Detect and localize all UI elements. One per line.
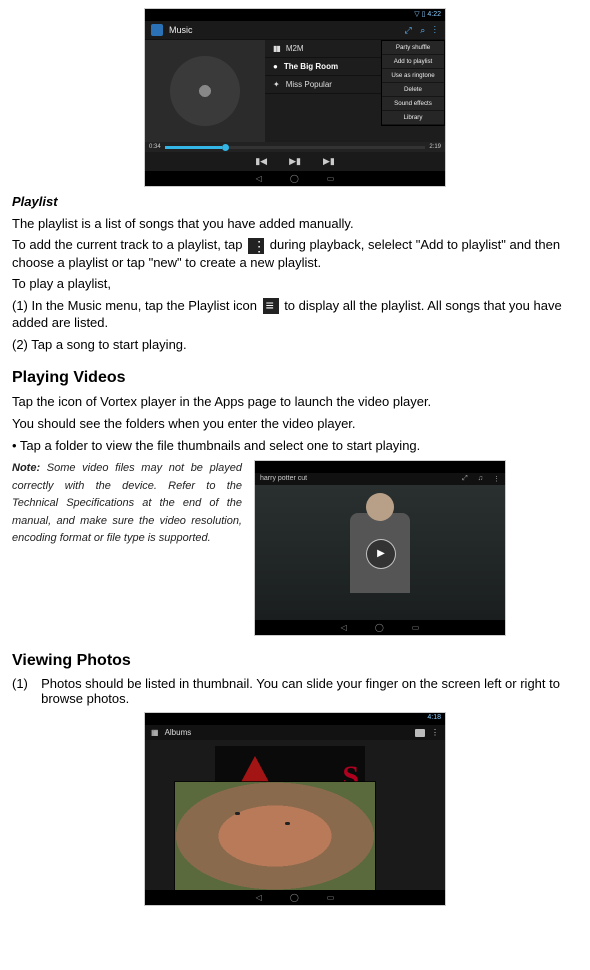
playlist-play-lead: To play a playlist, bbox=[12, 275, 578, 293]
playlist-step1: (1) In the Music menu, tap the Playlist … bbox=[12, 297, 578, 332]
menu-item: Sound effects bbox=[382, 97, 444, 111]
track-name: Miss Popular bbox=[286, 80, 332, 89]
playback-controls: ▮◀ ▶▮ ▶▮ bbox=[145, 152, 445, 171]
music-icon bbox=[151, 24, 163, 36]
thumb-detail bbox=[285, 822, 290, 825]
title-action-icons: ⤢ ⌕ ⋮ bbox=[405, 25, 440, 36]
home-icon: ◯ bbox=[290, 174, 299, 183]
video-frame bbox=[255, 485, 505, 620]
video-row: Note: Some video files may not be played… bbox=[12, 460, 578, 636]
video-file-title: harry potter cut bbox=[260, 475, 307, 483]
step-number: (1) bbox=[12, 676, 33, 706]
android-nav-bar: ◁ ◯ ▭ bbox=[145, 890, 445, 905]
videos-p3: • Tap a folder to view the file thumbnai… bbox=[12, 437, 578, 455]
app-title: Music bbox=[169, 25, 193, 35]
gallery-icon: ▦ bbox=[151, 728, 159, 737]
note-body: Some video files may not be played corre… bbox=[12, 462, 242, 544]
track-name: The Big Room bbox=[284, 62, 338, 71]
pause-icon: ▮▮ bbox=[273, 44, 280, 53]
playlist-heading: Playlist bbox=[12, 193, 578, 211]
photos-step1: (1) Photos should be listed in thumbnail… bbox=[12, 676, 578, 706]
videos-p2: You should see the folders when you ente… bbox=[12, 415, 578, 433]
screenshot-gallery: 4:18 ▦ Albums ⋮ S ◁ ◯ ▭ bbox=[144, 712, 446, 906]
time-current: 0:34 bbox=[149, 144, 161, 150]
photo-thumb bbox=[175, 782, 375, 890]
playlist-step1-pre: (1) In the Music menu, tap the Playlist … bbox=[12, 298, 261, 313]
photos-heading: Viewing Photos bbox=[12, 652, 578, 670]
thumb-detail bbox=[235, 812, 240, 815]
home-icon: ◯ bbox=[290, 893, 299, 902]
album-art bbox=[145, 40, 265, 142]
audio-icon: ♫ bbox=[478, 475, 483, 483]
disc-icon bbox=[170, 56, 240, 126]
android-status-bar: 4:18 bbox=[145, 713, 445, 725]
app-title-bar: Music ⤢ ⌕ ⋮ bbox=[145, 21, 445, 40]
recent-icon: ▭ bbox=[327, 174, 335, 183]
video-note: Note: Some video files may not be played… bbox=[12, 460, 242, 548]
android-nav-bar: ◁ ◯ ▭ bbox=[145, 171, 445, 186]
android-nav-bar: ◁ ◯ ▭ bbox=[255, 620, 505, 635]
screenshot-music-player: ▽ ▯ 4:22 Music ⤢ ⌕ ⋮ ▮▮ M2M ● The Big Ro… bbox=[144, 8, 446, 187]
note-label: Note: bbox=[12, 462, 40, 474]
android-status-bar bbox=[255, 461, 505, 473]
videos-heading: Playing Videos bbox=[12, 369, 578, 387]
photos-p1: Photos should be listed in thumbnail. Yo… bbox=[41, 676, 578, 706]
thumb-graphic bbox=[240, 756, 270, 784]
progress-thumb bbox=[222, 144, 229, 151]
progress-bar bbox=[165, 146, 426, 149]
player-body: ▮▮ M2M ● The Big Room ✦ Miss Popular Par… bbox=[145, 40, 445, 142]
progress-fill bbox=[165, 146, 222, 149]
recent-icon: ▭ bbox=[327, 893, 335, 902]
android-status-bar: ▽ ▯ 4:22 bbox=[145, 9, 445, 21]
playlist-add-pre: To add the current track to a playlist, … bbox=[12, 237, 246, 252]
screenshot-video-player: harry potter cut ⤢ ♫ ⋮ ◁ ◯ ▭ bbox=[254, 460, 506, 636]
next-icon: ▶▮ bbox=[323, 156, 335, 167]
home-icon: ◯ bbox=[375, 623, 384, 632]
context-menu: Party shuffle Add to playlist Use as rin… bbox=[381, 40, 445, 126]
video-title-bar: harry potter cut ⤢ ♫ ⋮ bbox=[255, 473, 505, 485]
time-total: 2:19 bbox=[429, 144, 441, 150]
back-icon: ◁ bbox=[256, 174, 262, 183]
playlist-step2: (2) Tap a song to start playing. bbox=[12, 336, 578, 354]
current-icon: ● bbox=[273, 62, 278, 71]
star-icon: ✦ bbox=[273, 80, 280, 89]
progress-row: 0:34 2:19 bbox=[145, 142, 445, 152]
videos-p1: Tap the icon of Vortex player in the App… bbox=[12, 393, 578, 411]
prev-icon: ▮◀ bbox=[255, 156, 267, 167]
overflow-menu-icon bbox=[248, 238, 264, 254]
back-icon: ◁ bbox=[256, 893, 262, 902]
playlist-intro: The playlist is a list of songs that you… bbox=[12, 215, 578, 233]
menu-item: Add to playlist bbox=[382, 55, 444, 69]
gallery-header: ▦ Albums ⋮ bbox=[145, 725, 445, 740]
gallery-title: Albums bbox=[165, 728, 192, 737]
menu-item: Use as ringtone bbox=[382, 69, 444, 83]
menu-item: Delete bbox=[382, 83, 444, 97]
playlist-add: To add the current track to a playlist, … bbox=[12, 236, 578, 271]
play-icon: ▶▮ bbox=[289, 156, 301, 167]
track-name: M2M bbox=[286, 44, 304, 53]
recent-icon: ▭ bbox=[412, 623, 420, 632]
overflow-menu-icon: ⋮ bbox=[493, 475, 500, 483]
back-icon: ◁ bbox=[341, 623, 347, 632]
overflow-menu-icon: ⋮ bbox=[431, 728, 439, 737]
playlist-icon bbox=[263, 298, 279, 314]
share-icon: ⤢ bbox=[462, 475, 468, 483]
camera-icon bbox=[415, 729, 425, 737]
gallery-body: S bbox=[145, 740, 445, 890]
menu-item: Party shuffle bbox=[382, 41, 444, 55]
play-circle-icon bbox=[366, 539, 396, 569]
menu-item: Library bbox=[382, 111, 444, 125]
